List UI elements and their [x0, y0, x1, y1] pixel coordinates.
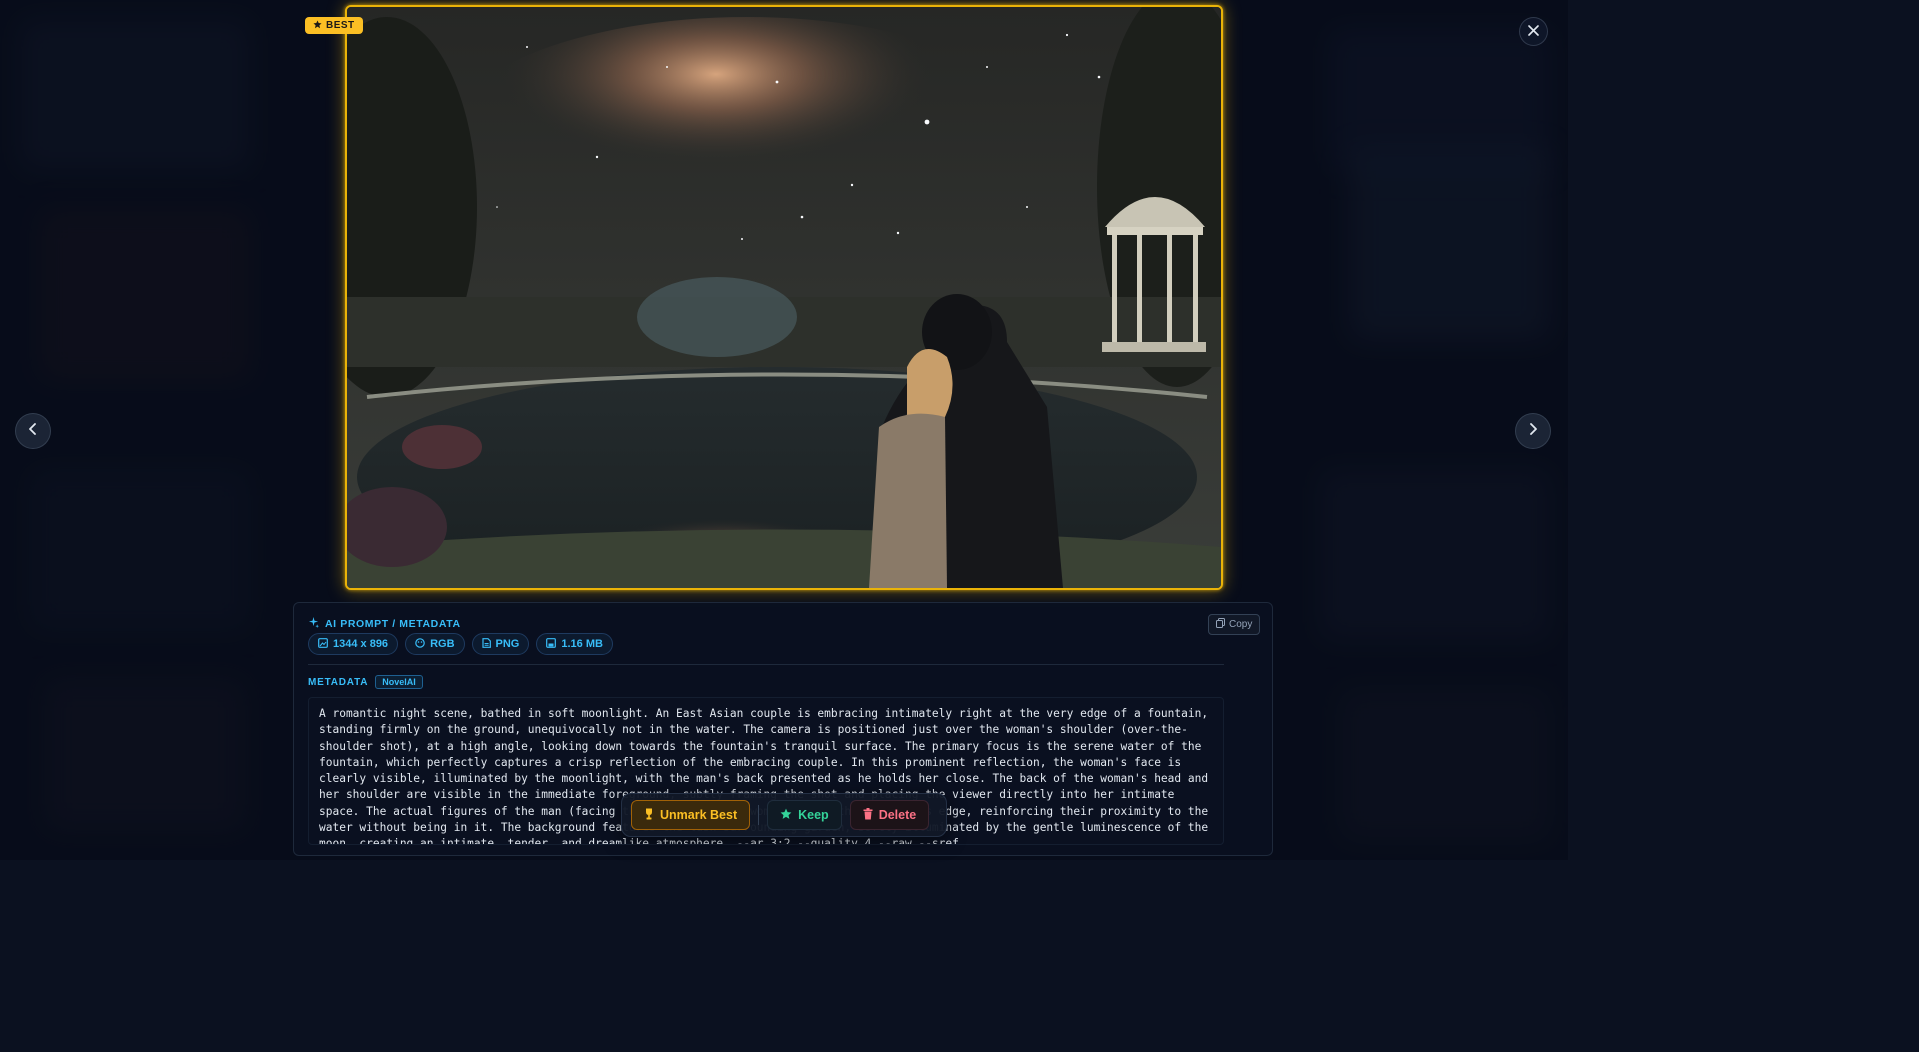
format-label: PNG [495, 638, 520, 650]
metadata-header-label: AI PROMPT / METADATA [325, 618, 461, 630]
chevron-right-icon [1528, 422, 1538, 440]
action-separator [758, 805, 760, 825]
dimensions-chip: 1344 x 896 [308, 633, 399, 655]
chevron-left-icon [28, 422, 38, 440]
star-icon [313, 19, 322, 32]
image-size-icon [318, 637, 328, 651]
keep-button[interactable]: Keep [767, 800, 842, 830]
file-icon [481, 637, 491, 651]
image-info-chips: 1344 x 896 RGB PNG 1.16 MB [308, 633, 613, 655]
next-image-button[interactable] [1515, 413, 1551, 449]
source-tag: NovelAI [375, 675, 423, 689]
palette-icon [415, 637, 425, 651]
delete-button[interactable]: Delete [849, 800, 930, 830]
metadata-section-label: METADATA NovelAI [308, 675, 423, 689]
metadata-header: AI PROMPT / METADATA [308, 617, 461, 631]
sparkle-icon [308, 617, 319, 631]
delete-label: Delete [878, 808, 917, 822]
color-mode-label: RGB [430, 638, 455, 650]
close-icon [1528, 23, 1539, 41]
metadata-section-title: METADATA [308, 676, 369, 688]
keep-label: Keep [798, 808, 829, 822]
star-icon [780, 808, 792, 823]
trash-icon [863, 807, 873, 823]
unmark-best-label: Unmark Best [660, 808, 738, 822]
unmark-best-button[interactable]: Unmark Best [631, 800, 751, 830]
main-image [345, 5, 1223, 590]
color-mode-chip: RGB [405, 633, 465, 655]
previous-image-button[interactable] [15, 413, 51, 449]
format-chip: PNG [471, 633, 530, 655]
best-badge-label: BEST [326, 20, 355, 31]
divider [308, 664, 1224, 665]
dimensions-label: 1344 x 896 [333, 638, 389, 650]
trophy-icon [644, 808, 654, 823]
copy-icon [1216, 618, 1225, 631]
copy-button[interactable]: Copy [1208, 614, 1261, 635]
action-bar: Unmark Best Keep Delete [621, 793, 947, 837]
best-badge: BEST [305, 17, 363, 34]
close-button[interactable] [1519, 17, 1548, 46]
disk-icon [546, 637, 557, 651]
copy-label: Copy [1229, 619, 1253, 630]
filesize-label: 1.16 MB [561, 638, 603, 650]
filesize-chip: 1.16 MB [536, 633, 613, 655]
